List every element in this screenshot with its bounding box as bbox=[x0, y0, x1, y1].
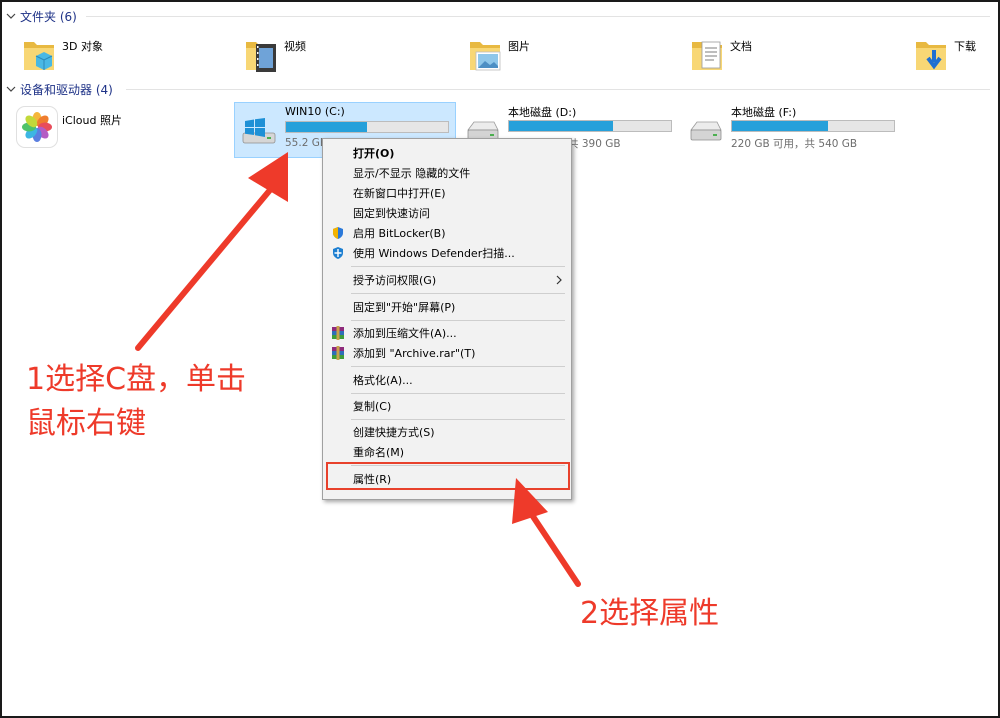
menu-separator bbox=[351, 393, 565, 394]
drive-usage-fill bbox=[509, 121, 613, 131]
drive-usage-fill bbox=[286, 122, 367, 132]
menu-item-open[interactable]: 打开(O) bbox=[323, 143, 571, 163]
menu-separator bbox=[351, 320, 565, 321]
folder-label: 图片 bbox=[508, 40, 530, 53]
folders-section-header[interactable]: 文件夹 (6) bbox=[6, 6, 77, 26]
drive-size-text: 55.2 GB bbox=[285, 137, 328, 149]
icloud-photos-icon bbox=[16, 106, 58, 148]
drive-size-text: 共 390 GB bbox=[568, 138, 621, 150]
drive-label: 本地磁盘 (D:) bbox=[508, 106, 577, 119]
folder-label: 视频 bbox=[284, 40, 306, 53]
drive-usage-bar bbox=[508, 120, 672, 132]
drive-usage-bar bbox=[285, 121, 449, 133]
menu-item-pin-quick-access[interactable]: 固定到快速访问 bbox=[323, 203, 571, 223]
menu-separator bbox=[351, 366, 565, 367]
shield-icon bbox=[333, 227, 343, 239]
winrar-icon bbox=[332, 346, 344, 360]
menu-item-pin-start[interactable]: 固定到"开始"屏幕(P) bbox=[323, 297, 571, 317]
menu-item-add-archive[interactable]: 添加到压缩文件(A)... bbox=[323, 323, 571, 343]
menu-item-format[interactable]: 格式化(A)... bbox=[323, 370, 571, 390]
menu-item-copy[interactable]: 复制(C) bbox=[323, 396, 571, 416]
winrar-icon bbox=[332, 326, 344, 340]
hard-drive-icon bbox=[690, 121, 722, 141]
folders-section-divider bbox=[86, 6, 990, 26]
drive-usage-bar bbox=[731, 120, 895, 132]
icloud-photos-label: iCloud 照片 bbox=[62, 114, 122, 127]
menu-item-grant-access[interactable]: 授予访问权限(G) bbox=[323, 270, 571, 290]
menu-separator bbox=[351, 266, 565, 267]
devices-section-divider bbox=[126, 79, 990, 99]
annotation-step2: 2选择属性 bbox=[580, 596, 720, 631]
folder-label: 3D 对象 bbox=[62, 40, 103, 53]
menu-item-create-shortcut[interactable]: 创建快捷方式(S) bbox=[323, 422, 571, 442]
annotation-step1-line2: 鼠标右键 bbox=[26, 406, 146, 441]
documents-folder-icon bbox=[692, 41, 722, 70]
folder-label: 下载 bbox=[954, 40, 976, 53]
menu-item-bitlocker[interactable]: 启用 BitLocker(B) bbox=[323, 223, 571, 243]
3d-objects-folder-icon bbox=[24, 42, 54, 70]
devices-section-header[interactable]: 设备和驱动器 (4) bbox=[6, 79, 113, 99]
drive-f[interactable]: 本地磁盘 (F:) 220 GB 可用，共 540 GB bbox=[681, 102, 901, 156]
drive-usage-fill bbox=[732, 121, 828, 131]
chevron-right-icon bbox=[556, 275, 562, 285]
properties-highlight-box bbox=[326, 462, 570, 490]
folders-section-title: 文件夹 (6) bbox=[20, 9, 77, 24]
icloud-photos-item[interactable]: iCloud 照片 bbox=[16, 106, 216, 150]
downloads-folder-icon bbox=[916, 42, 946, 70]
menu-separator bbox=[351, 419, 565, 420]
chevron-down-icon bbox=[6, 86, 16, 92]
menu-item-rename[interactable]: 重命名(M) bbox=[323, 442, 571, 462]
menu-item-defender-scan[interactable]: 使用 Windows Defender扫描... bbox=[323, 243, 571, 263]
annotation-step1-line1: 1选择C盘，单击 bbox=[26, 362, 247, 397]
drive-size-text: 220 GB 可用，共 540 GB bbox=[731, 138, 858, 150]
menu-item-add-archive-rar[interactable]: 添加到 "Archive.rar"(T) bbox=[323, 343, 571, 363]
videos-folder-icon bbox=[246, 42, 276, 72]
windows-drive-icon bbox=[242, 118, 276, 144]
menu-item-show-hidden[interactable]: 显示/不显示 隐藏的文件 bbox=[323, 163, 571, 183]
menu-item-open-new-window[interactable]: 在新窗口中打开(E) bbox=[323, 183, 571, 203]
defender-shield-icon bbox=[333, 247, 343, 259]
menu-separator bbox=[351, 293, 565, 294]
pictures-folder-icon bbox=[470, 42, 501, 71]
devices-section-title: 设备和驱动器 (4) bbox=[20, 82, 113, 97]
drive-label: WIN10 (C:) bbox=[285, 105, 345, 118]
folder-label: 文档 bbox=[730, 40, 752, 53]
chevron-down-icon bbox=[6, 13, 16, 19]
context-menu: 打开(O) 显示/不显示 隐藏的文件 在新窗口中打开(E) 固定到快速访问 启用… bbox=[322, 138, 572, 500]
drive-label: 本地磁盘 (F:) bbox=[731, 106, 797, 119]
